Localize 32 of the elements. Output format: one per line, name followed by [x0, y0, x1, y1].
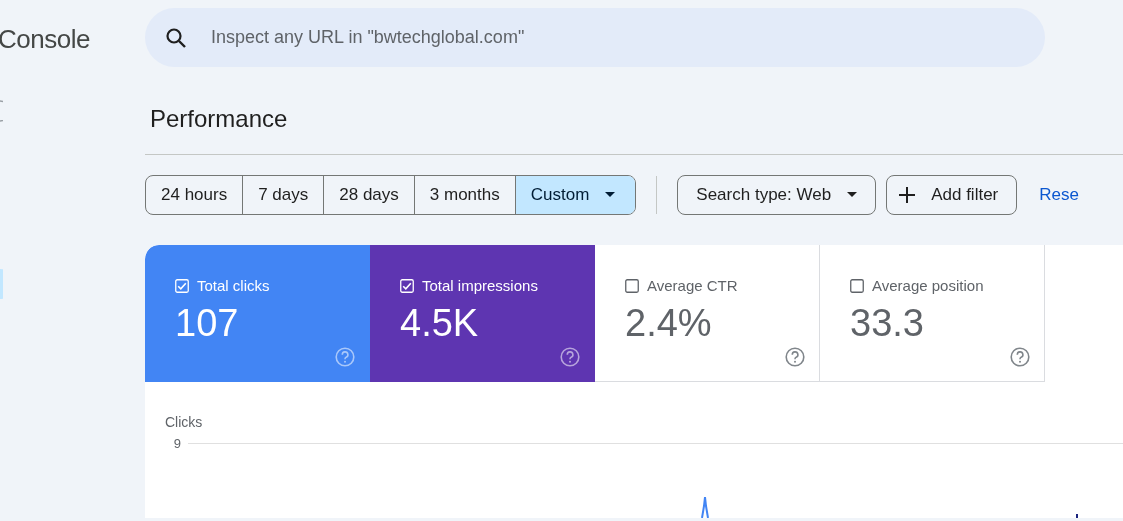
help-icon[interactable] [785, 346, 805, 367]
date-range-button[interactable]: 7 days [242, 175, 324, 214]
metric-card[interactable]: Average CTR 2.4% [595, 244, 820, 382]
checkbox[interactable] [625, 279, 639, 294]
metric-label: Average CTR [647, 275, 738, 296]
metric-label: Total impressions [422, 275, 538, 296]
metric-label: Total clicks [197, 275, 270, 296]
metric-value: 4.5K [400, 301, 479, 347]
caret-icon [847, 192, 858, 198]
search-input[interactable]: Inspect any URL in "bwtechglobal.com" [209, 23, 969, 52]
date-range-button[interactable]: 24 hours [146, 175, 243, 214]
app-title: Console [0, 24, 90, 56]
metric-value: 107 [175, 301, 239, 347]
metric-card[interactable]: Average position 33.3 [820, 244, 1045, 382]
axis-tick: 9 [172, 434, 181, 453]
date-range-button[interactable]: 3 months [413, 175, 515, 214]
axis-label: Clicks [165, 412, 203, 432]
metric-label: Average position [872, 275, 984, 296]
checkbox[interactable] [850, 279, 864, 294]
search-field[interactable]: Inspect any URL in "bwtechglobal.com" [145, 8, 1045, 67]
dropdown-button[interactable]: Search type: Web [677, 174, 877, 215]
plus-icon [899, 186, 916, 203]
caret-icon [605, 192, 616, 198]
add-filter-button[interactable]: Add filter [886, 174, 1018, 215]
date-range-button[interactable]: 28 days [323, 175, 414, 214]
reset-link[interactable]: Rese [1039, 182, 1079, 208]
help-icon[interactable] [1010, 346, 1030, 367]
metric-value: 2.4% [625, 301, 712, 347]
metric-value: 33.3 [850, 301, 924, 347]
date-range-button[interactable]: Custom [514, 175, 636, 214]
search-icon [165, 26, 187, 49]
page-title: Performance [150, 105, 289, 134]
